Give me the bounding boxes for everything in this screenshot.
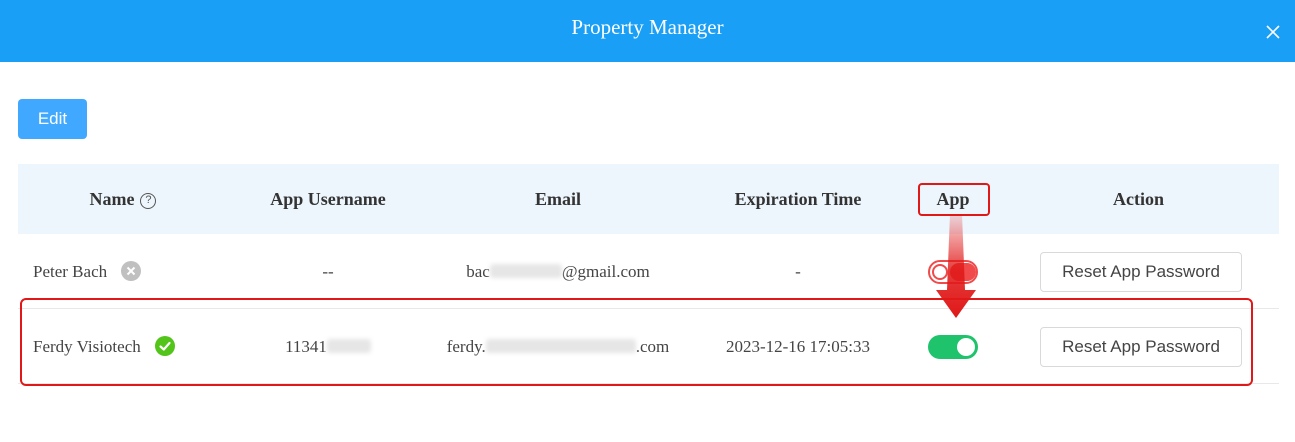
- email-start: bac: [466, 262, 490, 281]
- header-expiration-time: Expiration Time: [734, 189, 862, 209]
- header-action: Action: [1113, 189, 1164, 209]
- header-email: Email: [534, 189, 581, 209]
- help-icon[interactable]: ?: [140, 193, 157, 209]
- user-name: Peter Bach: [33, 262, 108, 281]
- table-header: Name? App Username Email Expiration Time…: [18, 164, 1279, 234]
- close-icon[interactable]: [1265, 24, 1281, 40]
- annotation-arrow-icon: [936, 214, 976, 318]
- x-circle-icon: [121, 261, 142, 281]
- header-name: Name?: [18, 164, 228, 234]
- edit-button[interactable]: Edit: [18, 99, 87, 139]
- dialog-header: Property Manager: [0, 0, 1295, 62]
- header-app-username: App Username: [270, 189, 386, 209]
- dialog-title: Property Manager: [571, 15, 724, 39]
- email-end: @gmail.com: [561, 262, 650, 281]
- redacted-text: [489, 264, 562, 278]
- reset-app-password-button[interactable]: Reset App Password: [1040, 252, 1242, 292]
- row-highlight: [20, 298, 1253, 386]
- header-name-label: Name: [89, 189, 135, 209]
- app-header-highlight: [918, 183, 990, 216]
